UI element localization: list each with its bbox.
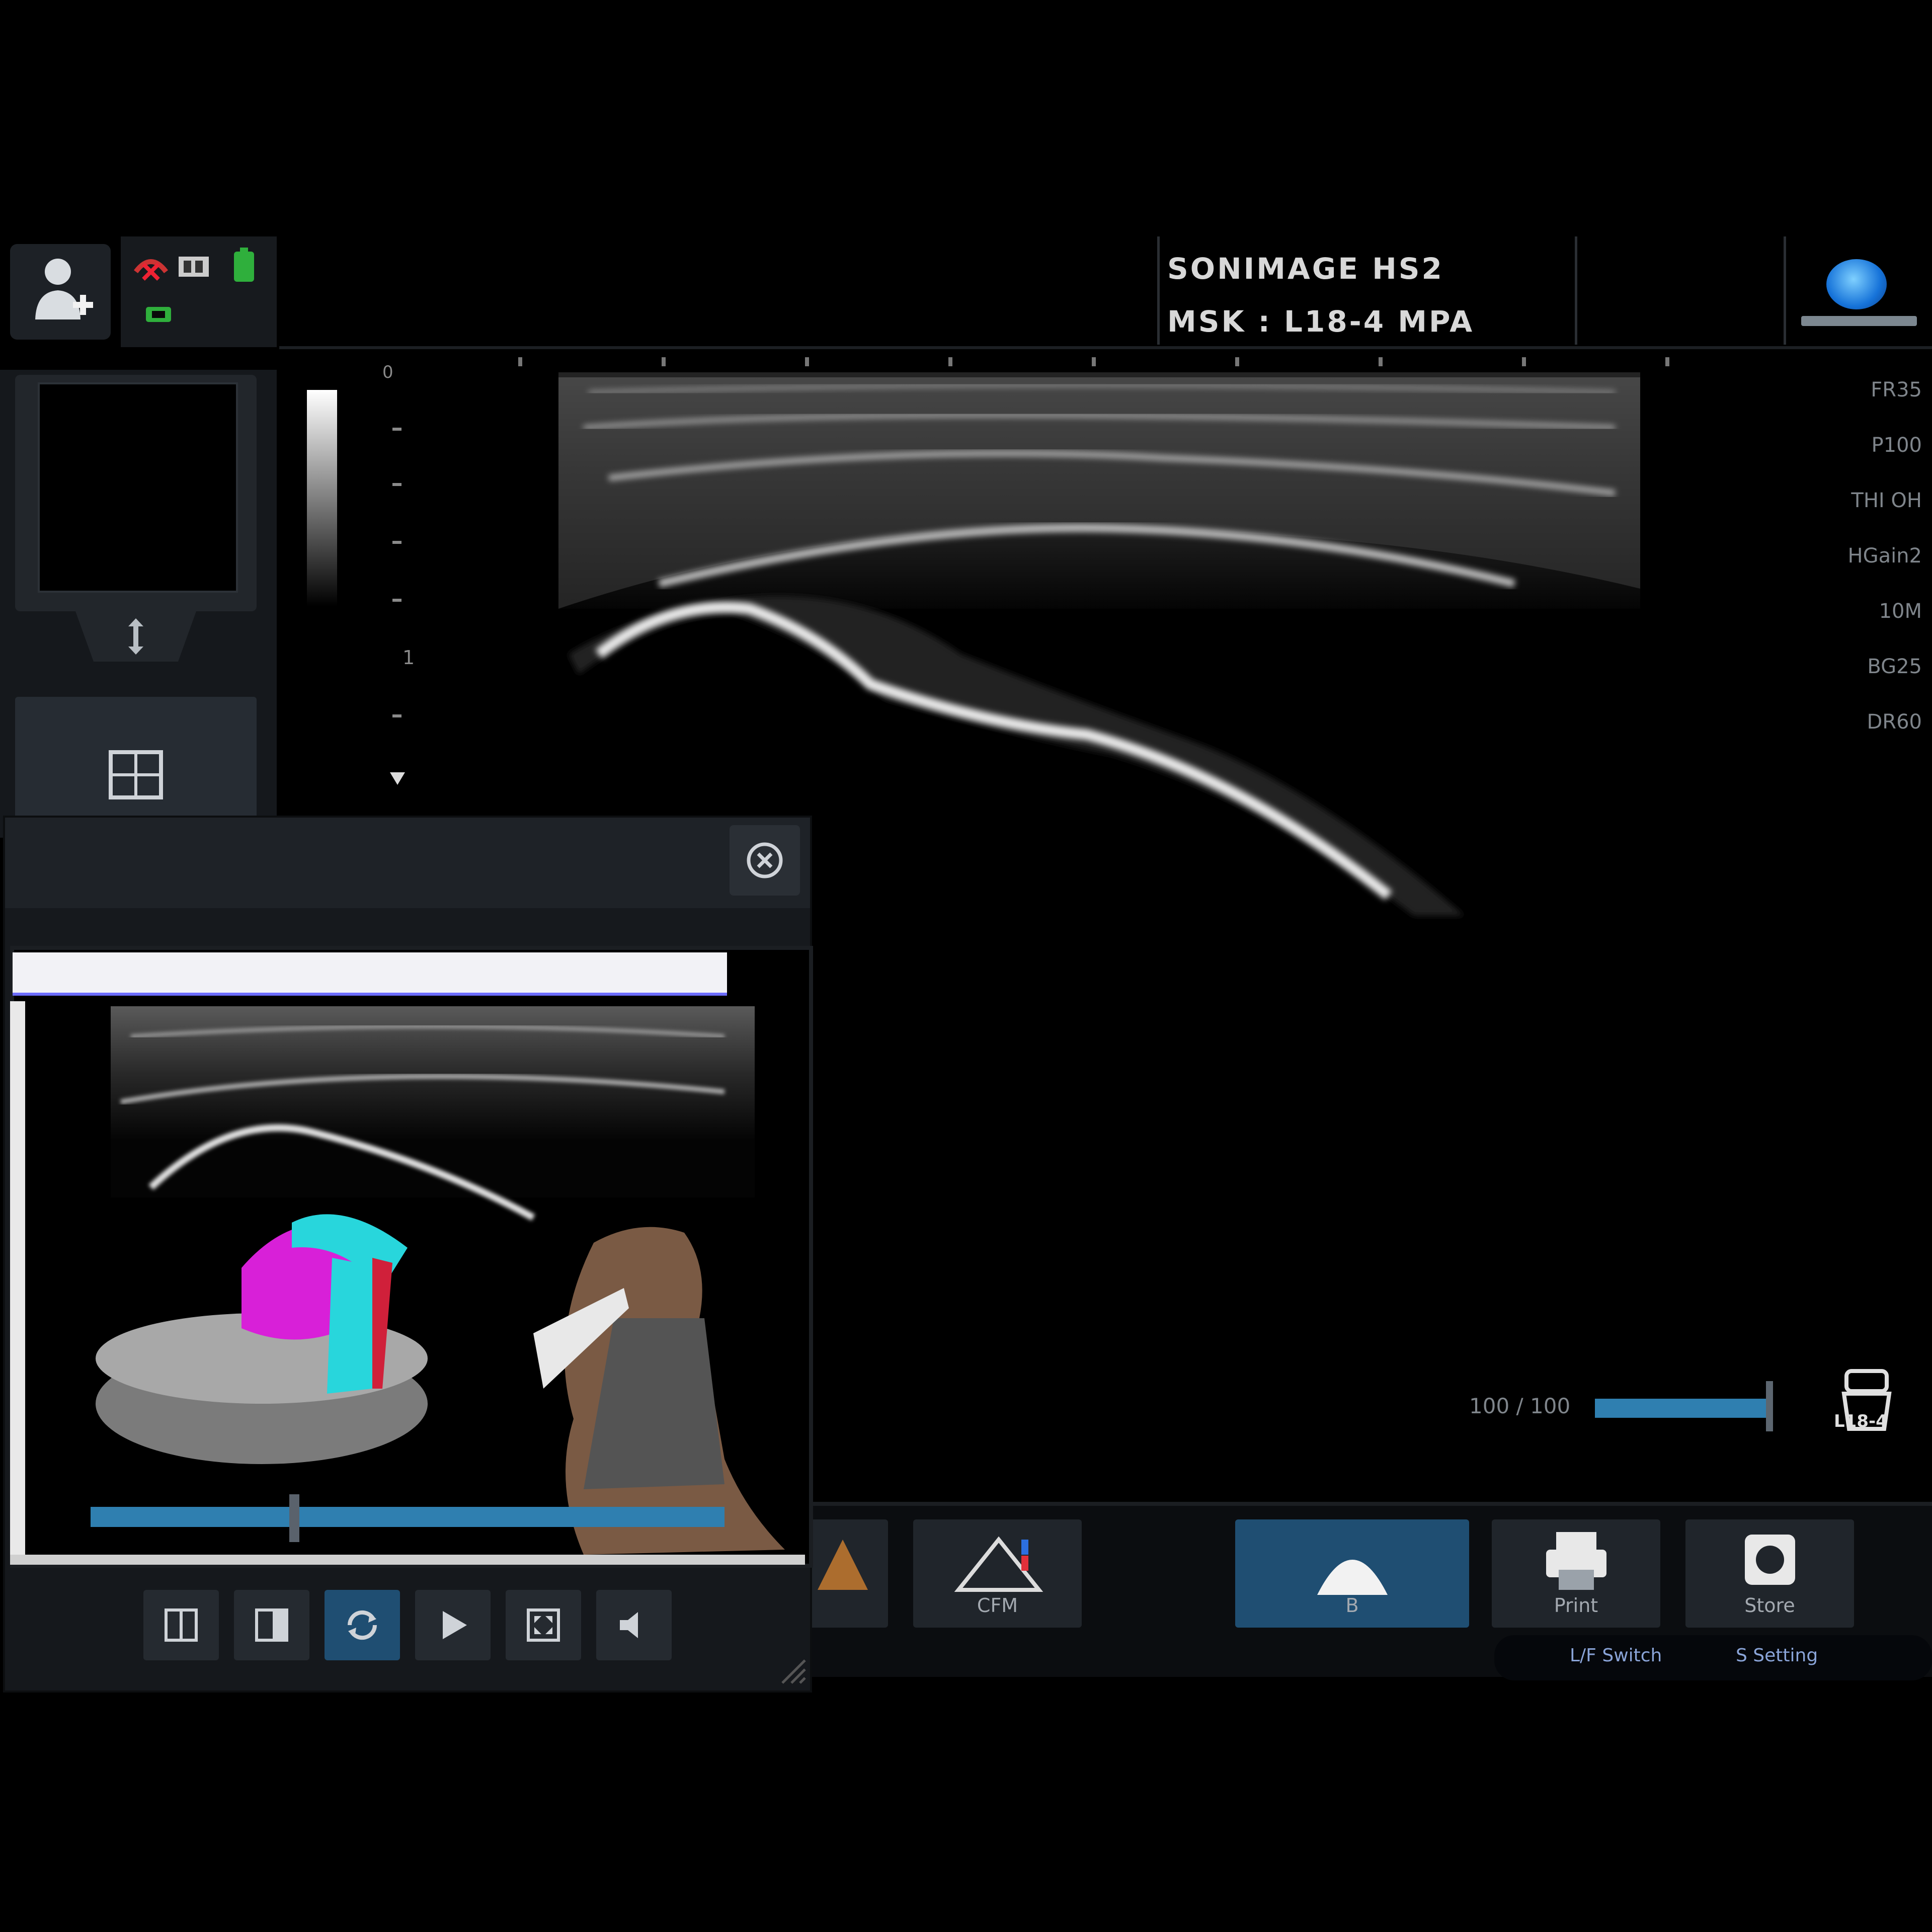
anatomy-guide-header xyxy=(13,952,727,993)
status-panel xyxy=(121,236,277,347)
cfm-label: CFM xyxy=(977,1594,1018,1617)
image-parameters: FR35 P100 THI OH HGain2 10M BG25 DR60 xyxy=(1811,362,1922,750)
playback-slider-knob[interactable] xyxy=(289,1494,299,1542)
doppler-icon xyxy=(818,1540,868,1590)
close-button[interactable] xyxy=(730,825,800,896)
switch-bar: L/F Switch S Setting xyxy=(1494,1635,1932,1680)
param-bg: BG25 xyxy=(1867,655,1922,678)
playback-slider[interactable] xyxy=(91,1507,725,1527)
b-mode-button[interactable]: B xyxy=(1235,1519,1469,1628)
anatomy-guide-titlebar[interactable] xyxy=(5,818,810,908)
layout-split-icon xyxy=(255,1608,288,1642)
depth-slider-knob[interactable] xyxy=(1766,1381,1773,1431)
depth-slider[interactable] xyxy=(1595,1399,1768,1418)
brand-wordmark xyxy=(1801,316,1917,326)
header-separator xyxy=(1575,236,1577,345)
preset-label: MSK : L18-4 MPA xyxy=(1167,304,1475,339)
battery-icon xyxy=(234,248,254,282)
brand-logo xyxy=(1826,259,1887,309)
loop-button[interactable] xyxy=(325,1590,400,1660)
toolbar-partial-button[interactable] xyxy=(808,1519,888,1628)
drag-handle-icon xyxy=(128,618,143,655)
b-mode-label: B xyxy=(1345,1594,1359,1617)
focus-marker-icon xyxy=(390,772,405,785)
loop-icon xyxy=(347,1610,377,1640)
param-thi: THI OH xyxy=(1851,489,1922,512)
param-power: P100 xyxy=(1871,434,1922,457)
add-patient-icon xyxy=(35,259,93,319)
layout-single-button[interactable] xyxy=(143,1590,219,1660)
header-separator xyxy=(1157,236,1160,345)
volume-icon xyxy=(620,1612,638,1638)
param-gain: HGain2 xyxy=(1847,544,1922,568)
param-dr: DR60 xyxy=(1867,710,1922,734)
store-icon xyxy=(1745,1535,1795,1585)
b-mode-icon xyxy=(1317,1560,1388,1595)
layout-split-button[interactable] xyxy=(234,1590,309,1660)
system-name: SONIMAGE HS2 xyxy=(1167,252,1444,286)
probe-label: L18-4 xyxy=(1834,1411,1888,1431)
quad-layout-icon xyxy=(109,750,163,799)
lateral-ruler xyxy=(518,357,1675,367)
store-label: Store xyxy=(1744,1594,1795,1617)
cfm-button[interactable]: CFM xyxy=(913,1519,1082,1628)
lf-switch-label[interactable]: L/F Switch xyxy=(1570,1645,1662,1666)
thumbnail-view[interactable] xyxy=(38,382,238,593)
volume-button[interactable] xyxy=(596,1590,672,1660)
anatomy-guide-bottombar xyxy=(10,1555,805,1565)
layout-single-icon xyxy=(165,1608,198,1642)
s-setting-label[interactable]: S Setting xyxy=(1736,1645,1818,1666)
anatomy-guide-header-line xyxy=(13,993,727,996)
fullscreen-icon xyxy=(527,1608,560,1642)
resize-grip-icon[interactable] xyxy=(777,1655,808,1685)
grayscale-bar xyxy=(307,390,337,606)
depth-label-0: 0 xyxy=(382,362,393,382)
param-freq: 10M xyxy=(1879,600,1922,623)
cfm-icon xyxy=(954,1536,1043,1592)
print-button[interactable]: Print xyxy=(1492,1519,1660,1628)
print-label: Print xyxy=(1554,1594,1598,1617)
depth-slider-label: 100 / 100 xyxy=(1469,1394,1571,1418)
fullscreen-button[interactable] xyxy=(506,1590,581,1660)
probe-icon xyxy=(1841,1369,1892,1431)
storage-icon xyxy=(179,257,209,277)
network-status-icon xyxy=(134,259,168,281)
usb-icon xyxy=(146,307,171,322)
close-icon xyxy=(747,842,783,878)
header-separator xyxy=(1784,236,1786,345)
play-icon xyxy=(443,1611,467,1639)
anatomy-guide-image xyxy=(96,1006,785,1555)
thumbnail-scroll-handle[interactable] xyxy=(75,611,196,662)
probe-button[interactable]: L18-4 xyxy=(1826,1363,1907,1454)
anatomy-guide-leftbar xyxy=(10,1001,25,1560)
store-button[interactable]: Store xyxy=(1685,1519,1854,1628)
depth-label-1: 1 xyxy=(403,647,415,669)
print-icon xyxy=(1546,1532,1606,1590)
param-fr: FR35 xyxy=(1871,378,1922,401)
header-divider xyxy=(279,346,1932,349)
depth-scale: 0 1 xyxy=(372,362,423,790)
playback-controls xyxy=(5,1570,810,1691)
new-patient-button[interactable] xyxy=(10,244,111,340)
play-button[interactable] xyxy=(415,1590,491,1660)
layout-button[interactable] xyxy=(15,697,257,830)
